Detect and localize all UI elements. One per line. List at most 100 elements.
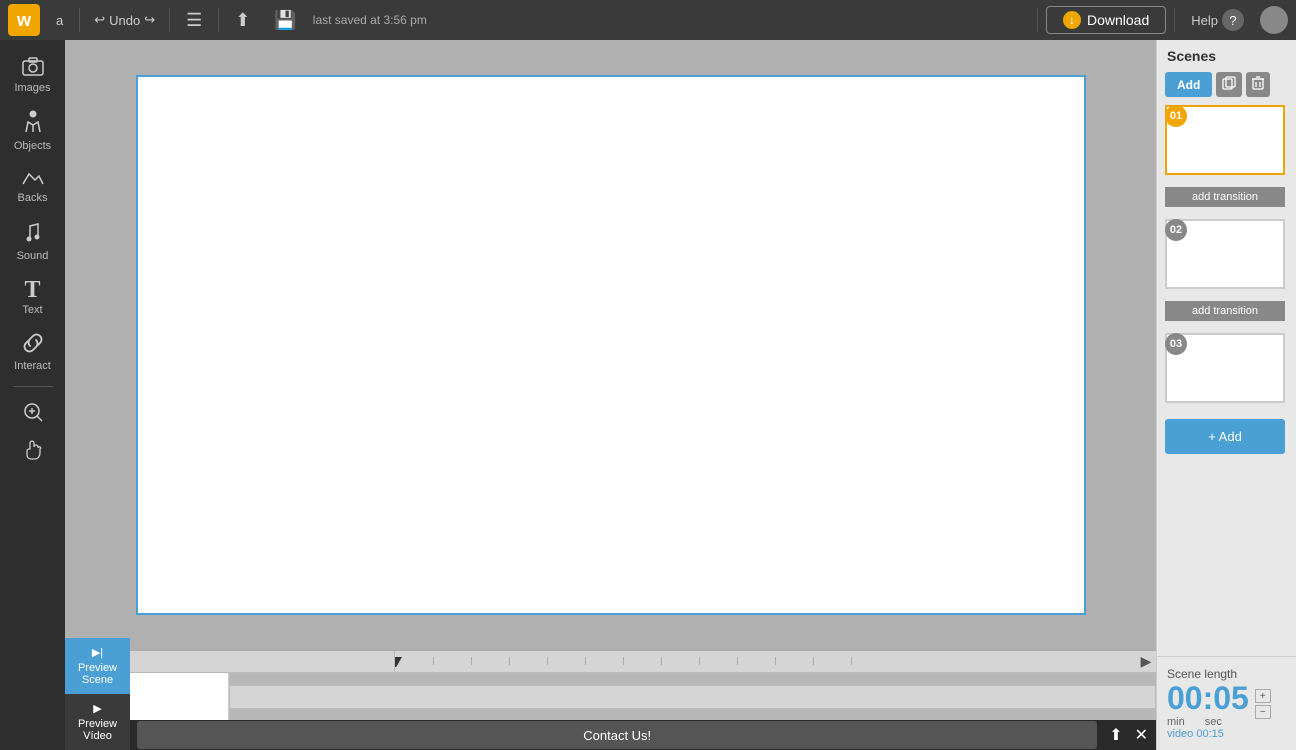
undo-left-icon: ↩ <box>94 12 105 28</box>
preview-scene-play-icon: ▶| <box>92 646 103 659</box>
save-button[interactable]: 💾 <box>266 6 304 35</box>
right-panel: Scenes Add 01 <box>1156 40 1296 750</box>
ruler-tick-7: 3.1 <box>661 657 699 665</box>
preview-video-play-icon: ▶ <box>93 702 101 715</box>
ruler-tick-5: 2.4 <box>585 657 623 665</box>
sidebar-item-sound[interactable]: Sound <box>0 212 65 270</box>
scene-transition-btn-1[interactable]: add transition <box>1165 187 1285 207</box>
scene-badge-03: 03 <box>1165 333 1187 355</box>
preview-video-label: Preview Vídeo <box>69 718 126 742</box>
ruler-tick-8: 3.5 <box>699 657 737 665</box>
scene-length-label: Scene length <box>1167 667 1286 681</box>
scenes-toolbar: Add <box>1157 72 1296 105</box>
track-bar-area[interactable] <box>229 673 1156 720</box>
contact-us-label: Contact Us! <box>583 728 651 743</box>
ruler-ticks: 0.4 0.8 1.2 1.6 2.0 2.4 2.7 3.1 3.5 3.8 … <box>395 657 889 667</box>
canvas-container: ▶| Preview Scene ▶ Preview Vídeo <box>65 40 1156 750</box>
sidebar-item-images[interactable]: Images <box>0 48 65 102</box>
help-button[interactable]: Help ? <box>1183 5 1252 35</box>
help-label: Help <box>1191 13 1218 28</box>
scene-length-decrement[interactable]: − <box>1255 705 1271 719</box>
main-area: Images Objects Backs <box>0 40 1296 750</box>
text-label: Text <box>22 304 42 316</box>
topbar-divider-1 <box>79 8 80 32</box>
user-avatar[interactable] <box>1260 6 1288 34</box>
scene-time-display: 00:05 min sec <box>1167 681 1249 728</box>
ruler-tick-10: 4.2 <box>775 657 813 665</box>
timeline-arrow-button[interactable]: ▶ <box>1141 653 1152 670</box>
download-label: Download <box>1087 12 1149 28</box>
sidebar-item-objects[interactable]: Objects <box>0 102 65 160</box>
video-duration: video 00:15 <box>1167 728 1286 740</box>
scenes-delete-button[interactable] <box>1246 72 1270 97</box>
zoom-button[interactable] <box>0 393 65 431</box>
sec-label: sec <box>1205 716 1222 728</box>
download-icon: ↓ <box>1063 11 1081 29</box>
scene-length-time: 00:05 <box>1167 681 1249 716</box>
scenes-add-button[interactable]: Add <box>1165 72 1212 97</box>
hand-tool-button[interactable] <box>0 431 65 469</box>
person-icon <box>24 110 42 138</box>
share-button[interactable]: ⬆ <box>227 6 258 35</box>
scene-length-units: min sec <box>1167 716 1249 728</box>
scene-badge-01: 01 <box>1165 105 1187 127</box>
scene-length-panel: Scene length 00:05 min sec + − video 00:… <box>1157 656 1296 750</box>
timeline-expand-area: ▶ <box>1136 651 1156 672</box>
scene-minutes: 00 <box>1167 680 1203 716</box>
images-label: Images <box>14 82 50 94</box>
scene-item-03[interactable]: 03 <box>1165 333 1288 403</box>
sidebar-item-text[interactable]: T Text <box>0 270 65 324</box>
text-t-icon: T <box>24 278 40 302</box>
music-note-icon <box>24 220 42 248</box>
preview-scene-label: Preview Scene <box>69 662 126 686</box>
topbar-divider-2 <box>169 8 170 32</box>
objects-label: Objects <box>14 140 51 152</box>
ruler-tick-1: 0.8 <box>433 657 471 665</box>
canvas-wrapper[interactable] <box>65 40 1156 650</box>
timeline-close-button[interactable]: ✕ <box>1135 725 1148 745</box>
scene-item-02[interactable]: 02 <box>1165 219 1288 289</box>
contact-us-bar[interactable]: Contact Us! <box>137 721 1097 749</box>
timeline: 0.4 0.8 1.2 1.6 2.0 2.4 2.7 3.1 3.5 3.8 … <box>65 650 1156 750</box>
project-name[interactable]: a <box>48 11 71 30</box>
ruler-container: 0.4 0.8 1.2 1.6 2.0 2.4 2.7 3.1 3.5 3.8 … <box>395 657 1136 667</box>
scenes-add-bottom-button[interactable]: + Add <box>1165 419 1285 454</box>
ruler-tick-11: 4.6 <box>813 657 851 665</box>
scene-transition-btn-2[interactable]: add transition <box>1165 301 1285 321</box>
menu-button[interactable]: ☰ <box>178 6 210 35</box>
timeline-label-area <box>235 651 395 672</box>
sidebar-item-backs[interactable]: Backs <box>0 160 65 212</box>
ruler-tick-12: 5 <box>851 657 889 665</box>
timeline-ruler: 0.4 0.8 1.2 1.6 2.0 2.4 2.7 3.1 3.5 3.8 … <box>65 651 1156 673</box>
backs-label: Backs <box>18 192 48 204</box>
ruler-tick-9: 3.8 <box>737 657 775 665</box>
undo-button[interactable]: ↩ Undo ↪ <box>88 8 161 32</box>
camera-icon <box>22 56 44 80</box>
sidebar-item-interact[interactable]: Interact <box>0 324 65 380</box>
ruler-tick-0: 0.4 <box>395 657 433 665</box>
download-button[interactable]: ↓ Download <box>1046 6 1166 34</box>
interact-label: Interact <box>14 360 51 372</box>
undo-label: Undo <box>109 13 140 28</box>
scene-badge-02: 02 <box>1165 219 1187 241</box>
save-status: last saved at 3:56 pm <box>313 13 1029 27</box>
ruler-tick-6: 2.7 <box>623 657 661 665</box>
app-logo[interactable]: w <box>8 4 40 36</box>
ruler-tick-4: 2.0 <box>547 657 585 665</box>
topbar-divider-4 <box>1037 8 1038 32</box>
main-canvas[interactable] <box>136 75 1086 615</box>
scene-length-increment[interactable]: + <box>1255 689 1271 703</box>
scenes-list: 01 add transition 02 add transition 03 +… <box>1157 105 1296 656</box>
timeline-tracks <box>65 673 1156 720</box>
timeline-expand-button[interactable]: ⬆ <box>1109 725 1122 745</box>
timeline-bottom: 👁 🔒 Contact Us! ⬆ ✕ <box>65 720 1156 750</box>
preview-scene-button[interactable]: ▶| Preview Scene <box>65 638 130 694</box>
track-bar[interactable] <box>229 685 1156 709</box>
preview-video-button[interactable]: ▶ Preview Vídeo <box>65 694 130 750</box>
left-sidebar: Images Objects Backs <box>0 40 65 750</box>
scene-item-01[interactable]: 01 <box>1165 105 1288 175</box>
ruler-tick-2: 1.2 <box>471 657 509 665</box>
scenes-copy-button[interactable] <box>1216 72 1242 97</box>
mountains-icon <box>21 168 45 190</box>
scene-length-stepper: + − <box>1255 689 1271 719</box>
